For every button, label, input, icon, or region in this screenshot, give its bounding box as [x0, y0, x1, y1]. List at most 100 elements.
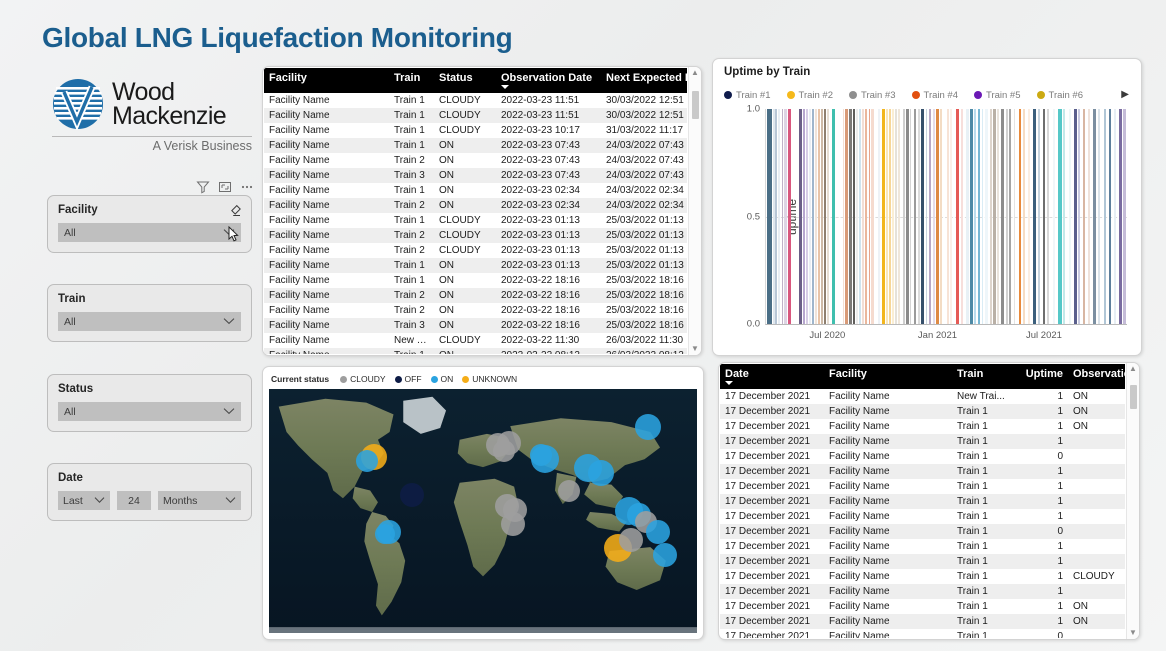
chart-bar[interactable] — [782, 109, 784, 324]
scroll-down-icon[interactable]: ▼ — [691, 345, 699, 353]
chart-bar[interactable] — [1001, 109, 1004, 324]
slicer-date-unit-dropdown[interactable]: Months — [158, 491, 241, 510]
slicer-status-dropdown[interactable]: All — [58, 402, 241, 421]
legend-next-page-icon[interactable]: ▶ — [1121, 89, 1129, 100]
chart-bar[interactable] — [918, 109, 920, 324]
chart-bar[interactable] — [956, 109, 959, 324]
table-row[interactable]: 17 December 2021Facility NameTrain 10 — [720, 449, 1125, 464]
scroll-up-icon[interactable]: ▲ — [1129, 365, 1137, 373]
chart-bar[interactable] — [1009, 109, 1011, 324]
chart-bar[interactable] — [843, 109, 845, 324]
col-header-status[interactable]: Status — [434, 68, 496, 93]
chart-legend-item-6[interactable]: Train #6 — [1037, 90, 1084, 101]
chart-bar[interactable] — [898, 109, 900, 324]
table-row[interactable]: 17 December 2021Facility NameTrain 11 — [720, 584, 1125, 599]
chart-bar[interactable] — [803, 109, 805, 324]
slicer-facility-dropdown[interactable]: All — [58, 223, 241, 242]
chart-legend-item-2[interactable]: Train #2 — [787, 90, 834, 101]
map-bubble-cloudy[interactable] — [501, 512, 525, 536]
table-row[interactable]: 17 December 2021Facility NameTrain 11 — [720, 539, 1125, 554]
chart-bar[interactable] — [910, 109, 912, 324]
table-row[interactable]: 17 December 2021Facility NameTrain 11 — [720, 479, 1125, 494]
table-row[interactable]: 17 December 2021Facility NameTrain 11ON — [720, 419, 1125, 434]
chart-bar[interactable] — [961, 109, 963, 324]
chart-bar[interactable] — [1053, 109, 1055, 324]
chart-bar[interactable] — [818, 109, 820, 324]
table-row[interactable]: 17 December 2021Facility NameTrain 11ON — [720, 404, 1125, 419]
chart-legend-item-5[interactable]: Train #5 — [974, 90, 1021, 101]
col-header-observation-date[interactable]: Observation Date — [496, 68, 601, 93]
chart-bar[interactable] — [773, 109, 775, 324]
chart-bar[interactable] — [903, 109, 905, 324]
chart-bar[interactable] — [985, 109, 987, 324]
observation-table[interactable]: Facility Train Status Observation Date N… — [264, 68, 687, 354]
map-bubble-on[interactable] — [588, 460, 614, 486]
chart-bar[interactable] — [1023, 109, 1025, 324]
chart-bar[interactable] — [812, 109, 814, 324]
col-header-uptime[interactable]: Uptime — [1020, 364, 1068, 389]
slicer-date[interactable]: Date Last 24 Months — [47, 463, 252, 521]
map-legend-item-unknown[interactable]: UNKNOWN — [462, 374, 517, 384]
chart-bar[interactable] — [947, 109, 949, 324]
table-row[interactable]: 17 December 2021Facility NameTrain 11 — [720, 494, 1125, 509]
table-row[interactable]: Facility NameTrain 1ON2022-03-23 07:4324… — [264, 138, 687, 153]
chart-bar[interactable] — [775, 109, 777, 324]
map-bubble-cloudy[interactable] — [619, 528, 643, 552]
table-row[interactable]: 17 December 2021Facility NameTrain 11 — [720, 464, 1125, 479]
col-header-date[interactable]: Date — [720, 364, 824, 389]
chart-bar[interactable] — [832, 109, 835, 324]
chart-bar[interactable] — [990, 109, 992, 324]
map-bubble-off[interactable] — [400, 483, 424, 507]
chart-bar[interactable] — [1119, 109, 1122, 324]
chart-bar[interactable] — [895, 109, 897, 324]
chart-bar[interactable] — [1074, 109, 1077, 324]
chart-legend-item-1[interactable]: Train #1 — [724, 90, 771, 101]
scroll-up-icon[interactable]: ▲ — [691, 69, 699, 77]
chart-bar[interactable] — [921, 109, 924, 324]
observation-table-scrollbar[interactable]: ▲ ▼ — [688, 67, 701, 355]
chart-bar[interactable] — [1069, 109, 1071, 324]
chart-plot-area[interactable]: uptime 0.00.51.0Jul 2020Jan 2021Jul 2021 — [765, 109, 1127, 325]
table-row[interactable]: 17 December 2021Facility NameTrain 10 — [720, 629, 1125, 638]
map-bubble-on[interactable] — [530, 444, 552, 466]
table-row[interactable]: Facility NameTrain 1ON2022-03-23 01:1325… — [264, 258, 687, 273]
chart-bar[interactable] — [936, 109, 938, 324]
chart-bar[interactable] — [1098, 109, 1100, 324]
uptime-table-scrollbar[interactable]: ▲ ▼ — [1126, 363, 1139, 639]
col-header-next-expected-date[interactable]: Next Expected Date — [601, 68, 687, 93]
chart-bar[interactable] — [1063, 109, 1065, 324]
chart-bar[interactable] — [821, 109, 823, 324]
slicer-facility[interactable]: Facility All — [47, 195, 252, 253]
slicer-date-relation-dropdown[interactable]: Last — [58, 491, 110, 510]
chart-bar[interactable] — [933, 109, 935, 324]
chart-bar[interactable] — [1014, 109, 1016, 324]
map-bubble-cloudy[interactable] — [558, 480, 580, 502]
chart-bar[interactable] — [978, 109, 980, 324]
map-bubble-on[interactable] — [653, 543, 677, 567]
chart-bar[interactable] — [940, 109, 942, 324]
focus-mode-icon[interactable] — [218, 180, 232, 194]
chart-bar[interactable] — [824, 109, 826, 324]
map-legend-item-on[interactable]: ON — [431, 374, 454, 384]
world-map[interactable] — [269, 389, 697, 633]
chart-bar[interactable] — [862, 109, 864, 324]
chart-bar[interactable] — [1114, 109, 1116, 324]
table-row[interactable]: Facility NameNew Tr...CLOUDY2022-03-22 1… — [264, 333, 687, 348]
table-row[interactable]: 17 December 2021Facility NameTrain 11ON — [720, 614, 1125, 629]
chart-bar[interactable] — [974, 109, 976, 324]
table-row[interactable]: 17 December 2021Facility NameTrain 10 — [720, 524, 1125, 539]
table-row[interactable]: 17 December 2021Facility NameTrain 11ON — [720, 599, 1125, 614]
chart-bar[interactable] — [892, 109, 894, 324]
chart-bar[interactable] — [827, 109, 829, 324]
map-bubble-on[interactable] — [375, 524, 395, 544]
chart-bar[interactable] — [914, 109, 916, 324]
slicer-train-dropdown[interactable]: All — [58, 312, 241, 331]
col-header-facility[interactable]: Facility — [264, 68, 389, 93]
table-row[interactable]: Facility NameTrain 1CLOUDY2022-03-23 11:… — [264, 93, 687, 108]
table-row[interactable]: Facility NameTrain 1ON2022-03-22 08:1226… — [264, 348, 687, 354]
chart-bar[interactable] — [966, 109, 968, 324]
chart-bar[interactable] — [1043, 109, 1046, 324]
table-row[interactable]: Facility NameTrain 1ON2022-03-23 02:3424… — [264, 183, 687, 198]
chart-bar[interactable] — [809, 109, 811, 324]
chart-legend-item-4[interactable]: Train #4 — [912, 90, 959, 101]
